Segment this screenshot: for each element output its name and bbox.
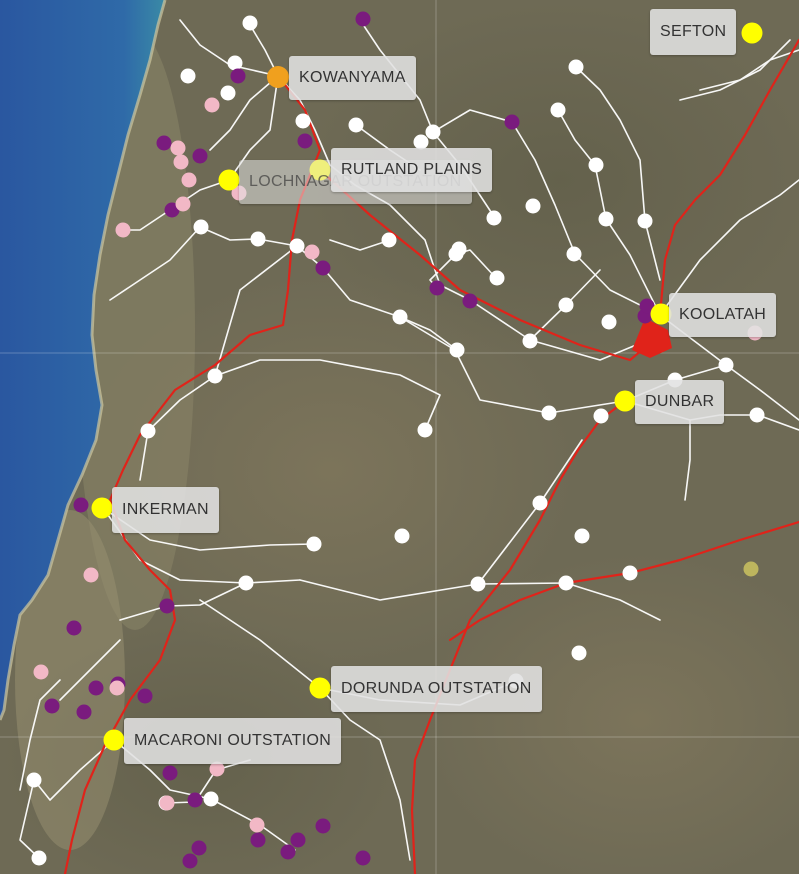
map-canvas[interactable]: [0, 0, 799, 874]
map-point-purple[interactable]: [76, 704, 92, 720]
map-point-white[interactable]: [238, 575, 254, 591]
map-point-purple[interactable]: [66, 620, 82, 636]
map-point-white[interactable]: [180, 68, 196, 84]
map-point-white[interactable]: [448, 246, 464, 262]
map-point-pink[interactable]: [181, 172, 197, 188]
map-point-purple[interactable]: [182, 853, 198, 869]
map-point-purple[interactable]: [137, 688, 153, 704]
map-point-white[interactable]: [532, 495, 548, 511]
map-point-purple[interactable]: [162, 765, 178, 781]
map-point-pink[interactable]: [109, 680, 125, 696]
map-point-white[interactable]: [601, 314, 617, 330]
map-point-pink[interactable]: [175, 196, 191, 212]
place-label-dunbar[interactable]: DUNBAR: [635, 380, 725, 424]
map-point-purple[interactable]: [315, 818, 331, 834]
map-point-white[interactable]: [242, 15, 258, 31]
map-point-white[interactable]: [486, 210, 502, 226]
map-point-white[interactable]: [26, 772, 42, 788]
map-point-white[interactable]: [348, 117, 364, 133]
map-point-purple[interactable]: [297, 133, 313, 149]
map-point-white[interactable]: [295, 113, 311, 129]
map-point-pink[interactable]: [249, 817, 265, 833]
map-point-purple[interactable]: [315, 260, 331, 276]
map-point-pink[interactable]: [159, 795, 175, 811]
map-point-pink[interactable]: [173, 154, 189, 170]
map-point-pink[interactable]: [83, 567, 99, 583]
map-point-white[interactable]: [140, 423, 156, 439]
map-point-yellow[interactable]: [309, 677, 331, 699]
place-label-kowanyama[interactable]: KOWANYAMA: [289, 56, 416, 100]
map-point-yellow[interactable]: [218, 169, 240, 191]
map-point-purple[interactable]: [429, 280, 445, 296]
place-label-macaroni-outstation[interactable]: MACARONI OUTSTATION: [124, 718, 342, 764]
map-point-white[interactable]: [588, 157, 604, 173]
place-label-koolatah[interactable]: KOOLATAH: [669, 293, 777, 337]
map-point-white[interactable]: [568, 59, 584, 75]
map-point-white[interactable]: [566, 246, 582, 262]
map-point-yellow[interactable]: [103, 729, 125, 751]
map-point-pink[interactable]: [304, 244, 320, 260]
map-point-yellow[interactable]: [91, 497, 113, 519]
map-point-white[interactable]: [637, 213, 653, 229]
map-point-white[interactable]: [525, 198, 541, 214]
map-point-white[interactable]: [489, 270, 505, 286]
map-point-white[interactable]: [470, 576, 486, 592]
map-point-white[interactable]: [541, 405, 557, 421]
map-point-purple[interactable]: [290, 832, 306, 848]
map-point-white[interactable]: [571, 645, 587, 661]
map-point-white[interactable]: [306, 536, 322, 552]
map-point-white[interactable]: [417, 422, 433, 438]
map-point-white[interactable]: [227, 55, 243, 71]
map-point-purple[interactable]: [156, 135, 172, 151]
map-point-purple[interactable]: [355, 850, 371, 866]
map-point-purple[interactable]: [230, 68, 246, 84]
map-point-white[interactable]: [622, 565, 638, 581]
place-label-sefton[interactable]: SEFTON: [650, 9, 737, 55]
map-point-white[interactable]: [250, 231, 266, 247]
map-point-yellow[interactable]: [614, 390, 636, 412]
map-point-white[interactable]: [381, 232, 397, 248]
map-point-orange[interactable]: [267, 66, 289, 88]
map-point-white[interactable]: [207, 368, 223, 384]
map-point-purple[interactable]: [73, 497, 89, 513]
map-point-pink[interactable]: [33, 664, 49, 680]
map-point-white[interactable]: [718, 357, 734, 373]
map-point-white[interactable]: [203, 791, 219, 807]
map-point-white[interactable]: [193, 219, 209, 235]
map-point-white[interactable]: [550, 102, 566, 118]
map-point-white[interactable]: [289, 238, 305, 254]
place-label-rutland-plains[interactable]: RUTLAND PLAINS: [331, 148, 493, 192]
map-point-white[interactable]: [598, 211, 614, 227]
map-point-white[interactable]: [394, 528, 410, 544]
map-point-purple[interactable]: [280, 844, 296, 860]
map-point-white[interactable]: [593, 408, 609, 424]
map-point-purple[interactable]: [250, 832, 266, 848]
map-point-pink[interactable]: [204, 97, 220, 113]
map-point-purple[interactable]: [355, 11, 371, 27]
map-point-white[interactable]: [558, 297, 574, 313]
map-point-white[interactable]: [574, 528, 590, 544]
place-label-inkerman[interactable]: INKERMAN: [112, 487, 219, 533]
map-point-white[interactable]: [449, 342, 465, 358]
map-point-pink[interactable]: [115, 222, 131, 238]
map-point-white[interactable]: [31, 850, 47, 866]
map-point-white[interactable]: [392, 309, 408, 325]
map-point-white[interactable]: [220, 85, 236, 101]
map-point-purple[interactable]: [44, 698, 60, 714]
map-point-purple[interactable]: [187, 792, 203, 808]
map-point-white[interactable]: [425, 124, 441, 140]
map-point-white[interactable]: [558, 575, 574, 591]
place-label-dorunda-outstation[interactable]: DORUNDA OUTSTATION: [331, 666, 542, 712]
map-point-white[interactable]: [749, 407, 765, 423]
map-point-purple[interactable]: [191, 840, 207, 856]
map-point-pink[interactable]: [170, 140, 186, 156]
map-point-yellow[interactable]: [741, 22, 763, 44]
map-point-purple[interactable]: [159, 598, 175, 614]
map-point-purple[interactable]: [192, 148, 208, 164]
map-point-olive[interactable]: [743, 561, 759, 577]
map-point-white[interactable]: [522, 333, 538, 349]
map-point-purple[interactable]: [504, 114, 520, 130]
map-point-purple[interactable]: [462, 293, 478, 309]
map-point-purple[interactable]: [88, 680, 104, 696]
